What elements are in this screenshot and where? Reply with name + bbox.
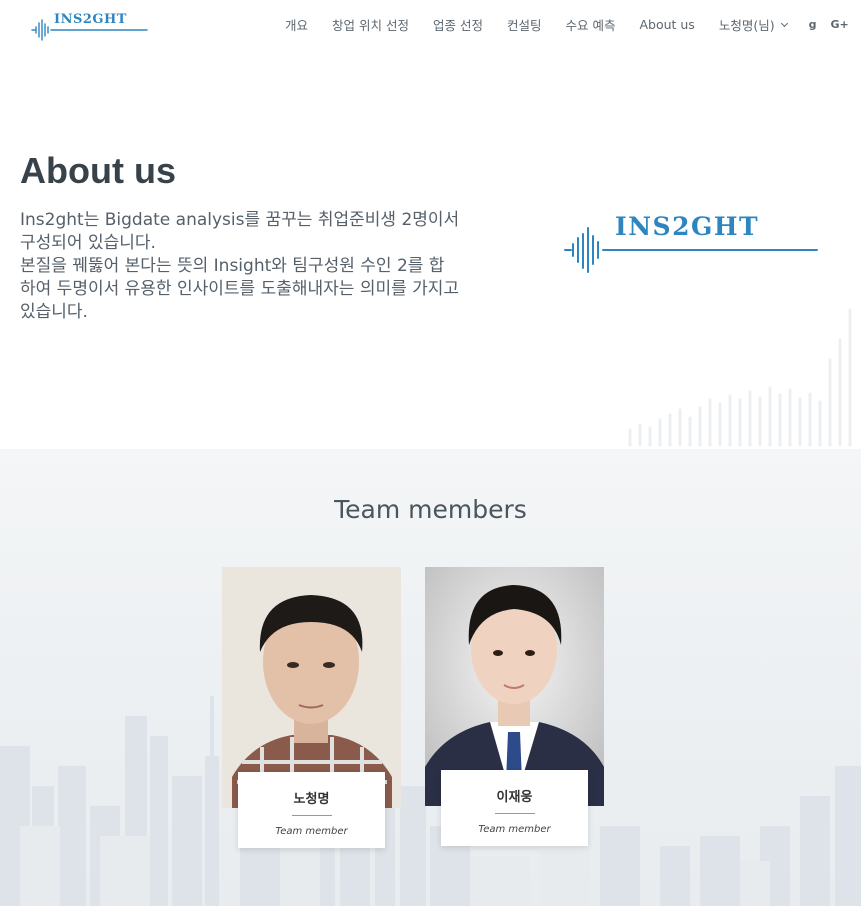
nav-item-location[interactable]: 창업 위치 선정 [332,15,409,34]
member-name: 이재웅 [496,790,533,805]
divider [494,813,535,814]
about-logo: INS2GHT [563,212,823,276]
member-name: 노청명 [293,792,330,807]
google-plus-icon[interactable]: G+ [830,18,848,31]
member-info-card: 이재웅 Team member [441,770,588,846]
divider [291,815,332,816]
user-menu[interactable]: 노청명(님) [718,15,788,34]
team-member-card: 이재웅 Team member [425,567,605,847]
team-title: Team members [334,495,527,524]
nav-item-demand-forecast[interactable]: 수요 예측 [565,15,615,34]
logo-text: INS2GHT [54,12,127,27]
team-section: Team members 노청명 Team member 이재웅 Team me… [0,449,861,906]
nav-item-about-us[interactable]: About us [639,17,694,32]
google-icon[interactable]: g [809,18,817,31]
nav-item-business-type[interactable]: 업종 선정 [433,15,483,34]
about-logo-text: INS2GHT [615,212,760,241]
social-links: g G+ [809,18,861,31]
about-description: Ins2ght는 Bigdate analysis를 꿈꾸는 취업준비생 2명이… [20,209,460,324]
nav-item-overview[interactable]: 개요 [285,15,308,34]
user-menu-label: 노청명(님) [718,18,775,33]
about-title: About us [20,150,176,191]
about-paragraph-1: Ins2ght는 Bigdate analysis를 꿈꾸는 취업준비생 2명이… [20,210,460,253]
member-role: Team member [275,826,348,837]
site-header: INS2GHT 개요 창업 위치 선정 업종 선정 컨설팅 수요 예측 Abou… [0,0,861,48]
member-role: Team member [478,824,551,835]
nav-item-consulting[interactable]: 컨설팅 [507,15,542,34]
brand-logo[interactable]: INS2GHT [31,10,149,42]
wave-decoration [628,308,852,447]
team-member-card: 노청명 Team member [222,567,402,849]
about-paragraph-2: 본질을 꿰뚫어 본다는 뜻의 Insight와 팀구성원 수인 2를 합하여 두… [20,256,460,322]
member-info-card: 노청명 Team member [238,772,385,848]
chevron-down-icon [780,19,788,27]
main-nav: 개요 창업 위치 선정 업종 선정 컨설팅 수요 예측 About us 노청명… [285,15,861,34]
